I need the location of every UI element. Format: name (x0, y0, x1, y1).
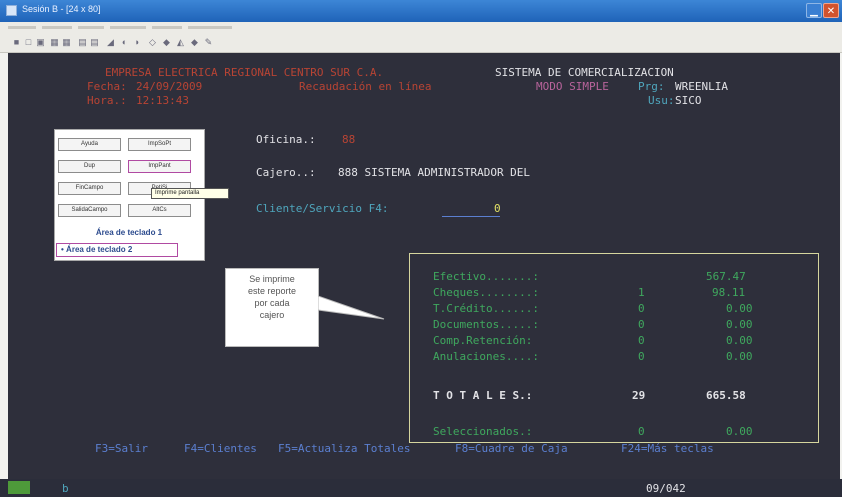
imprime-pantalla-tooltip: Imprime pantalla (151, 188, 229, 199)
toolbar-icon[interactable]: ◑ (132, 38, 141, 47)
callout-pointer-shape (318, 295, 385, 320)
callout-line: cajero (259, 310, 285, 320)
toolbar-icon[interactable]: ▦ (50, 38, 59, 47)
module-name: Recaudación en línea (299, 80, 432, 93)
keypad-button-fincampo[interactable]: FinCampo (58, 182, 121, 195)
cliente-input[interactable]: 0 (494, 202, 501, 215)
fkey-f4-clientes[interactable]: F4=Clientes (184, 442, 257, 455)
app-icon (6, 5, 17, 16)
totals-panel (409, 253, 819, 443)
menu-item[interactable] (42, 26, 72, 29)
toolbar-icon[interactable]: ◇ (148, 38, 157, 47)
toolbar-icon[interactable]: ◆ (162, 38, 171, 47)
status-cursor-char: b (62, 482, 69, 495)
toolbar-icon[interactable]: ▤ (90, 38, 99, 47)
toolbar-icon[interactable]: ✎ (204, 38, 213, 47)
callout-line: este reporte (247, 286, 297, 296)
oficina-label: Oficina.: (256, 133, 316, 146)
keypad-button-altcs[interactable]: AltCs (128, 204, 191, 217)
connection-indicator (8, 481, 30, 494)
selected-bullet-icon: • (61, 245, 64, 254)
keypad-area-2-label: Área de teclado 2 (66, 245, 133, 254)
fkey-f8-cuadre[interactable]: F8=Cuadre de Caja (455, 442, 568, 455)
mode-indicator: MODO SIMPLE (536, 80, 609, 93)
usu-value: SICO (675, 94, 702, 107)
fkey-f5-actualiza[interactable]: F5=Actualiza Totales (278, 442, 410, 455)
toolbar-icon[interactable]: ▣ (36, 38, 45, 47)
keypad-button-imppant[interactable]: ImpPant (128, 160, 191, 173)
toolbar-icon[interactable]: ◭ (176, 38, 185, 47)
window-title-bar: Sesión B - [24 x 80] ▁ ✕ (0, 0, 842, 22)
menu-item[interactable] (188, 26, 232, 29)
prg-label: Prg: (638, 80, 665, 93)
status-bar: b 09/042 (0, 479, 842, 497)
close-icon: ✕ (826, 6, 836, 17)
close-button[interactable]: ✕ (823, 3, 839, 18)
fecha-label: Fecha: (87, 80, 127, 93)
callout-pointer (318, 295, 385, 320)
callout-line: por cada (254, 298, 290, 308)
window-title: Sesión B - [24 x 80] (22, 4, 101, 14)
keypad-area-2-tab[interactable]: • Área de teclado 2 (56, 243, 178, 257)
fkey-f3-salir[interactable]: F3=Salir (95, 442, 148, 455)
toolbar-icon[interactable]: ◐ (120, 38, 129, 47)
keypad-button-impsopt[interactable]: ImpSoPt (128, 138, 191, 151)
cursor-position: 09/042 (646, 482, 686, 495)
minimize-icon: ▁ (810, 6, 818, 17)
system-name: SISTEMA DE COMERCIALIZACION (495, 66, 674, 79)
toolbar-icon[interactable]: ◢ (106, 38, 115, 47)
toolbar: ■ □ ▣ ▦ ▦ ▤ ▤ ◢ ◐ ◑ ◇ ◆ ◭ ◆ ✎ (0, 34, 842, 53)
toolbar-icon[interactable]: ▦ (62, 38, 71, 47)
annotation-callout: Se imprime este reporte por cada cajero (225, 268, 319, 347)
fecha-value: 24/09/2009 (136, 80, 203, 93)
menu-item[interactable] (78, 26, 104, 29)
usu-label: Usu: (648, 94, 675, 107)
cliente-input-underline (442, 216, 500, 217)
toolbar-icon[interactable]: ■ (12, 38, 21, 47)
prg-value: WREENLIA (675, 80, 728, 93)
menu-item[interactable] (152, 26, 182, 29)
minimize-button[interactable]: ▁ (806, 3, 822, 18)
menu-item[interactable] (8, 26, 36, 29)
company-name: EMPRESA ELECTRICA REGIONAL CENTRO SUR C.… (105, 66, 384, 79)
menu-bar[interactable] (0, 22, 842, 34)
hora-value: 12:13:43 (136, 94, 189, 107)
keypad-button-salidacampo[interactable]: SalidaCampo (58, 204, 121, 217)
cajero-label: Cajero..: (256, 166, 316, 179)
toolbar-icon[interactable]: □ (24, 38, 33, 47)
keypad-button-ayuda[interactable]: Ayuda (58, 138, 121, 151)
keypad-button-dup[interactable]: Dup (58, 160, 121, 173)
oficina-value: 88 (342, 133, 356, 146)
hora-label: Hora.: (87, 94, 127, 107)
toolbar-icon[interactable]: ◆ (190, 38, 199, 47)
menu-item[interactable] (110, 26, 146, 29)
callout-line: Se imprime (249, 274, 295, 284)
cajero-value: 888 SISTEMA ADMINISTRADOR DEL (338, 166, 531, 179)
fkey-f24-mas[interactable]: F24=Más teclas (621, 442, 714, 455)
toolbar-icon[interactable]: ▤ (78, 38, 87, 47)
keypad-area-1-tab[interactable]: Área de teclado 1 (58, 226, 200, 240)
cliente-label: Cliente/Servicio F4: (256, 202, 389, 215)
